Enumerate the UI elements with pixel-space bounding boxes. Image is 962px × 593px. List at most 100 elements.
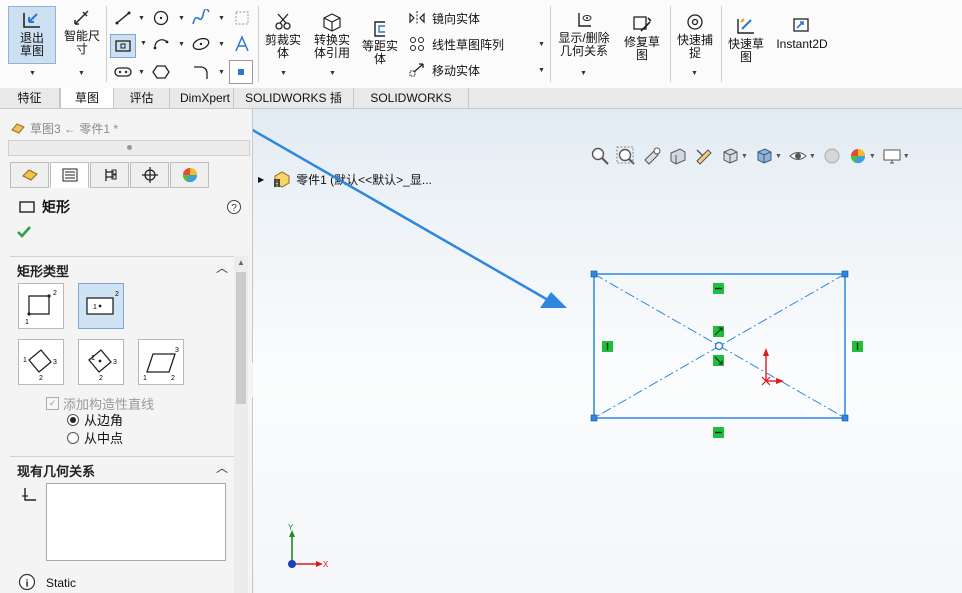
collapse-chevron-icon[interactable]: ︿ (216, 459, 228, 476)
check-icon (17, 226, 31, 238)
relations-dropdown[interactable]: ▼ (580, 70, 587, 77)
corner-point[interactable] (841, 414, 849, 422)
parallelogram-option[interactable]: 1 2 3 (138, 339, 184, 385)
tab-evaluate[interactable]: 评估 (114, 88, 170, 108)
smart-dimension-dropdown[interactable]: ▼ (78, 70, 85, 77)
rectangle-dropdown[interactable]: ▼ (140, 40, 147, 47)
tab-property-manager[interactable] (50, 162, 89, 188)
existing-relations-list[interactable] (46, 483, 226, 561)
ellipse-dropdown[interactable]: ▼ (218, 41, 225, 48)
tab-features[interactable]: 特征 (0, 88, 60, 108)
horizontal-relation-marker[interactable] (713, 427, 724, 438)
from-corner-radio[interactable]: 从边角 (67, 410, 123, 429)
svg-text:i: i (25, 578, 28, 590)
smart-dimension-button[interactable]: 智能尺寸 (60, 8, 104, 56)
circle-button[interactable] (150, 8, 172, 28)
svg-text:2: 2 (39, 375, 43, 382)
exit-sketch-button[interactable]: 退出草图 (8, 6, 56, 64)
offset-entities-button[interactable]: 等距实体 (358, 20, 402, 66)
trim-dropdown[interactable]: ▼ (280, 70, 287, 77)
rapid-sketch-button[interactable]: 快速草图 (724, 16, 768, 64)
move-icon (409, 63, 424, 77)
tab-feature-tree[interactable] (10, 162, 49, 188)
scroll-up-arrow[interactable]: ▲ (234, 256, 248, 270)
tab-configuration-manager[interactable] (90, 162, 129, 188)
sketch-canvas[interactable]: Y X (253, 109, 962, 593)
existing-relations-group-header[interactable]: 现有几何关系 ︿ (10, 456, 234, 479)
line-button[interactable] (112, 8, 134, 28)
arc-button[interactable] (150, 34, 172, 54)
midpoint-relation-marker[interactable] (713, 326, 724, 337)
fillet-dropdown[interactable]: ▼ (218, 69, 225, 76)
tab-display-manager[interactable] (170, 162, 209, 188)
mirror-icon (409, 11, 425, 25)
plane-button[interactable] (231, 8, 253, 28)
svg-text:2: 2 (53, 290, 57, 297)
quick-snaps-dropdown[interactable]: ▼ (691, 70, 698, 77)
midpoint-relation-marker[interactable] (713, 355, 724, 366)
3pt-corner-rectangle-option[interactable]: 1 3 2 (18, 339, 64, 385)
repair-sketch-button[interactable]: 修复草图 (620, 14, 664, 62)
svg-text:2: 2 (115, 291, 119, 298)
quick-snaps-button[interactable]: 快速捕捉 (672, 12, 718, 60)
breadcrumb[interactable]: 草图3 ← 零件1 * (10, 118, 118, 138)
vertical-relation-marker[interactable] (602, 341, 613, 352)
view-triad: Y X (288, 523, 329, 569)
circle-dropdown[interactable]: ▼ (178, 15, 185, 22)
radio-dot (67, 413, 79, 426)
exit-sketch-dropdown[interactable]: ▼ (29, 70, 36, 77)
pm-title-row: 矩形 ? (18, 198, 244, 216)
move-entities-button[interactable]: 移动实体 (408, 60, 480, 80)
corner-rectangle-icon: 12 (25, 290, 57, 326)
horizontal-relation-marker[interactable] (713, 283, 724, 294)
3pt-center-rectangle-icon: 1 3 2 (88, 349, 117, 382)
spline-dropdown[interactable]: ▼ (218, 15, 225, 22)
tab-solidworks-addins[interactable]: SOLIDWORKS 插件 (234, 88, 354, 125)
triad-y-label: Y (288, 523, 294, 532)
linear-pattern-dropdown[interactable]: ▼ (538, 41, 545, 48)
convert-dropdown[interactable]: ▼ (329, 70, 336, 77)
ellipse-button[interactable] (190, 34, 212, 54)
scroll-thumb[interactable] (236, 272, 246, 404)
spline-button[interactable] (190, 8, 212, 28)
corner-rectangle-option[interactable]: 12 (18, 283, 64, 329)
display-delete-relations-button[interactable]: 显示/删除几何关系 (555, 10, 613, 58)
tab-solidworks-mbd[interactable]: SOLIDWORKS MBD (354, 88, 469, 125)
tab-dimxpert[interactable]: DimXpert (170, 88, 234, 108)
mirror-entities-button[interactable]: 镜向实体 (408, 8, 480, 28)
fillet-button[interactable] (190, 62, 212, 82)
line-dropdown[interactable]: ▼ (138, 15, 145, 22)
text-button[interactable] (231, 34, 253, 54)
corner-point[interactable] (590, 414, 598, 422)
polygon-button[interactable] (150, 62, 172, 82)
quick-snap-icon (687, 14, 703, 30)
tab-dimxpert-manager[interactable] (130, 162, 169, 188)
help-icon[interactable]: ? (226, 199, 242, 215)
panel-resize-handle[interactable] (8, 140, 250, 156)
3pt-center-rectangle-option[interactable]: 1 3 2 (78, 339, 124, 385)
linear-pattern-button[interactable]: 线性草图阵列 (408, 34, 504, 54)
trim-icon (275, 13, 291, 30)
trim-entities-button[interactable]: 剪裁实体 (262, 12, 304, 60)
arc-dropdown[interactable]: ▼ (178, 41, 185, 48)
ok-button[interactable] (16, 225, 34, 241)
move-dropdown[interactable]: ▼ (538, 67, 545, 74)
from-midpoint-radio[interactable]: 从中点 (67, 428, 123, 447)
vertical-relation-marker[interactable] (852, 341, 863, 352)
point-button[interactable] (229, 60, 253, 84)
triad-x-label: X (323, 560, 329, 569)
radio-dot (67, 431, 79, 444)
corner-point[interactable] (841, 270, 849, 278)
collapse-chevron-icon[interactable]: ︿ (216, 259, 228, 276)
center-point[interactable] (714, 341, 724, 351)
convert-entities-button[interactable]: 转换实体引用 (308, 12, 356, 60)
center-rectangle-option[interactable]: 12 (78, 283, 124, 329)
rect-type-group-header[interactable]: 矩形类型 ︿ (10, 256, 234, 279)
pm-scrollbar[interactable]: ▲ (234, 256, 248, 593)
corner-point[interactable] (590, 270, 598, 278)
slot-dropdown[interactable]: ▼ (138, 69, 145, 76)
tab-sketch[interactable]: 草图 (60, 88, 114, 108)
instant2d-button[interactable]: Instant2D (772, 16, 832, 51)
slot-button[interactable] (112, 62, 134, 82)
rectangle-button[interactable] (110, 34, 136, 58)
